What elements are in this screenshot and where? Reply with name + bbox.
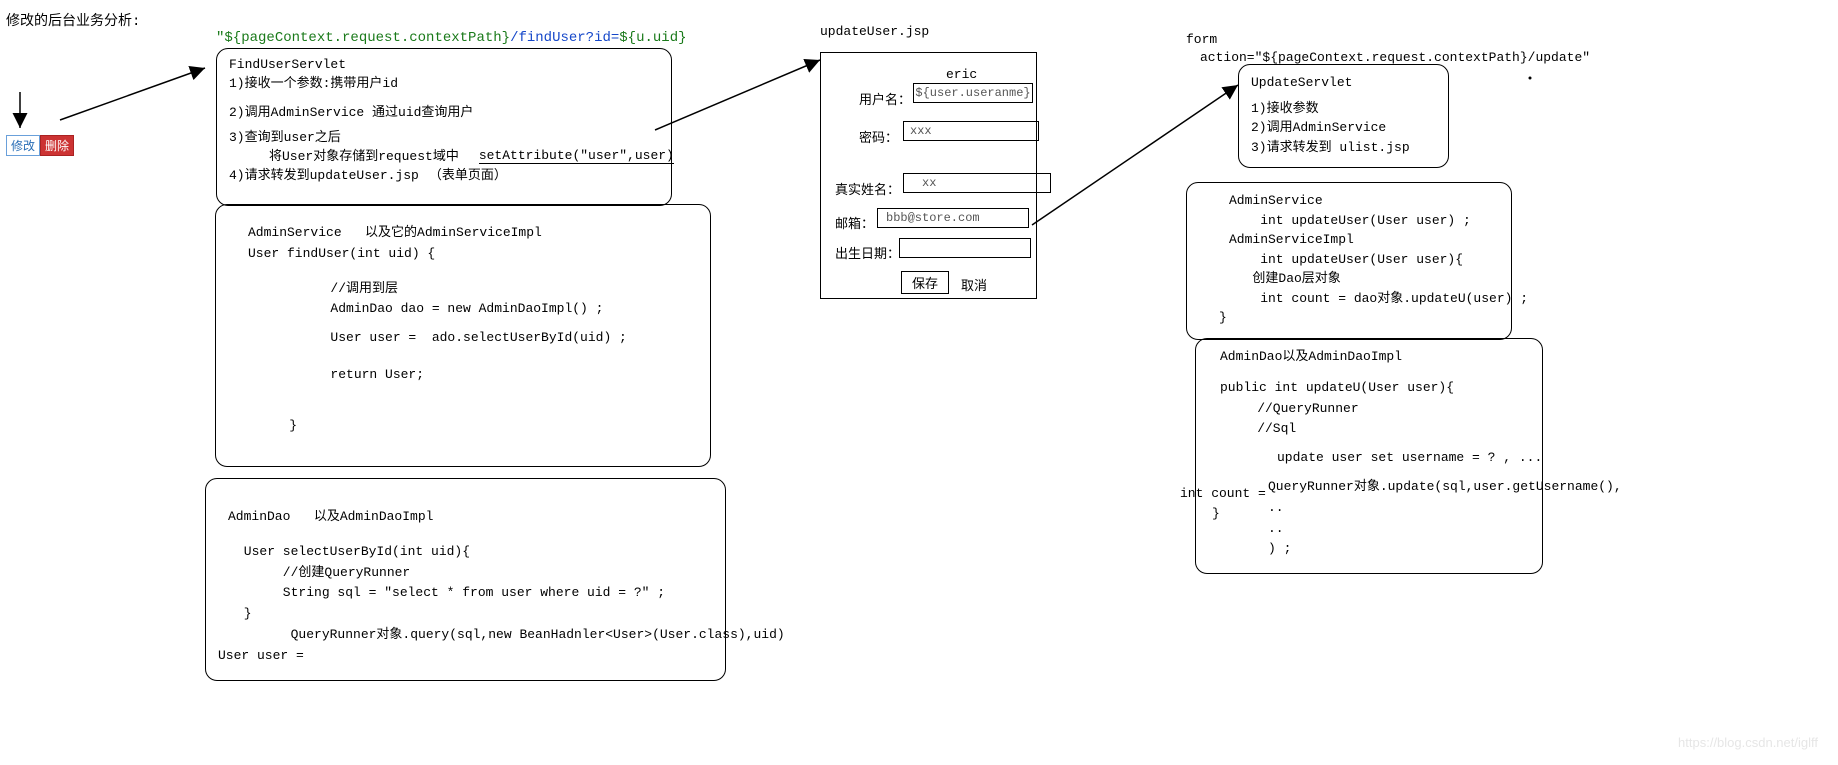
servlet-l2: 2)调用AdminService 通过uid查询用户 — [229, 101, 659, 120]
dao-l3: //创建QueryRunner — [218, 563, 713, 584]
username-label: 用户名： — [859, 89, 911, 108]
servlet-title: FindUserServlet — [229, 57, 659, 72]
svc-l3: //调用到层 — [228, 279, 698, 300]
servlet-l4: 4)请求转发到updateUser.jsp — [229, 164, 419, 183]
email-label: 邮箱： — [835, 213, 874, 232]
usvc-l7: } — [1199, 308, 1499, 328]
servlet-l3a: 将User对象存储到request域中 — [229, 145, 459, 164]
jsp-title: updateUser.jsp — [820, 24, 929, 39]
realname-label: 真实姓名： — [835, 179, 900, 198]
admin-service-box: AdminService 以及它的AdminServiceImpl User f… — [215, 204, 711, 467]
svc-l4: AdminDao dao = new AdminDaoImpl() ; — [228, 299, 698, 320]
udao-l9: ) ; — [1208, 539, 1530, 560]
dao-l2: User selectUserById(int uid){ — [218, 542, 713, 563]
updsvt-l1: 1)接收参数 — [1251, 99, 1436, 119]
pwd-label: 密码： — [859, 127, 898, 146]
realname-value: xx — [922, 176, 936, 190]
uid-expr: ${u.uid} — [619, 30, 686, 46]
find-user-servlet-box: FindUserServlet 1)接收一个参数:携带用户id 2)调用Admi… — [216, 48, 672, 206]
update-service-box: AdminService int updateUser(User user) ;… — [1186, 182, 1512, 340]
delete-button[interactable]: 删除 — [40, 135, 74, 156]
dao-l6: QueryRunner对象.query(sql,new BeanHadnler<… — [218, 625, 713, 646]
birth-field[interactable] — [899, 238, 1031, 258]
pwd-value: xxx — [910, 124, 932, 138]
ctx-path: ${pageContext.request.contextPath} — [224, 30, 510, 46]
page-title: 修改的后台业务分析: — [6, 10, 140, 30]
pwd-field[interactable]: xxx — [903, 121, 1039, 141]
svc-l1: AdminService 以及它的AdminServiceImpl — [228, 223, 698, 244]
username-field[interactable]: ${user.useranme} — [913, 83, 1033, 103]
update-servlet-box: UpdateServlet 1)接收参数 2)调用AdminService 3)… — [1238, 64, 1449, 168]
udao-l5: update user set username = ? , ... — [1208, 448, 1530, 469]
usvc-l2: int updateUser(User user) ; — [1199, 211, 1499, 231]
birth-label: 出生日期： — [835, 243, 900, 262]
updsvt-title: UpdateServlet — [1251, 73, 1436, 93]
row-action-buttons: 修改删除 — [6, 135, 74, 156]
form-action: action="${pageContext.request.contextPat… — [1200, 50, 1590, 65]
watermark: https://blog.csdn.net/iglff — [1678, 735, 1818, 750]
usvc-l4: int updateUser(User user){ — [1199, 250, 1499, 270]
update-dao-box: AdminDao以及AdminDaoImpl public int update… — [1195, 338, 1543, 574]
usvc-l5: 创建Dao层对象 — [1199, 269, 1499, 289]
updsvt-l2: 2)调用AdminService — [1251, 118, 1436, 138]
find-path: /findUser?id= — [510, 30, 619, 46]
svc-l7: } — [228, 416, 698, 437]
update-user-form: eric 用户名： ${user.useranme} 密码： xxx 真实姓名：… — [820, 52, 1037, 299]
username-value: ${user.useranme} — [915, 86, 1030, 100]
eric-label: eric — [946, 67, 977, 82]
udao-l1: AdminDao以及AdminDaoImpl — [1208, 347, 1530, 368]
servlet-l3: 3)查询到user之后 — [229, 126, 659, 145]
udao-l3: //QueryRunner — [1208, 399, 1530, 420]
link-line: "${pageContext.request.contextPath}/find… — [216, 30, 687, 46]
usvc-l1: AdminService — [1199, 191, 1499, 211]
svc-l5: User user = ado.selectUserById(uid) ; — [228, 328, 698, 349]
servlet-l4a: （表单页面） — [429, 164, 507, 183]
udao-brace: } — [1212, 506, 1220, 521]
realname-field[interactable]: xx — [903, 173, 1051, 193]
servlet-l3b: setAttribute("user",user) — [479, 148, 674, 164]
edit-button[interactable]: 修改 — [6, 135, 40, 156]
udao-l2: public int updateU(User user){ — [1208, 378, 1530, 399]
admin-dao-box: AdminDao 以及AdminDaoImpl User selectUserB… — [205, 478, 726, 681]
email-value: bbb@store.com — [886, 211, 980, 225]
usvc-l3: AdminServiceImpl — [1199, 230, 1499, 250]
svc-l6: return User; — [228, 365, 698, 386]
udao-l4: //Sql — [1208, 419, 1530, 440]
usvc-l6: int count = dao对象.updateU(user) ; — [1199, 289, 1499, 309]
int-count-text: int count = — [1180, 486, 1274, 501]
form-label: form — [1186, 32, 1217, 47]
dao-l4: String sql = "select * from user where u… — [218, 583, 713, 604]
dao-l1: AdminDao 以及AdminDaoImpl — [218, 507, 713, 528]
dao-l5: } — [218, 604, 713, 625]
email-field[interactable]: bbb@store.com — [877, 208, 1029, 228]
save-button[interactable]: 保存 — [901, 271, 949, 294]
dao-l7: User user = — [218, 646, 713, 667]
svc-l2: User findUser(int uid) { — [228, 244, 698, 265]
servlet-l1: 1)接收一个参数:携带用户id — [229, 72, 659, 91]
udao-l8: .. — [1208, 519, 1530, 540]
updsvt-l3: 3)请求转发到 ulist.jsp — [1251, 138, 1436, 158]
cancel-button[interactable]: 取消 — [961, 275, 987, 294]
